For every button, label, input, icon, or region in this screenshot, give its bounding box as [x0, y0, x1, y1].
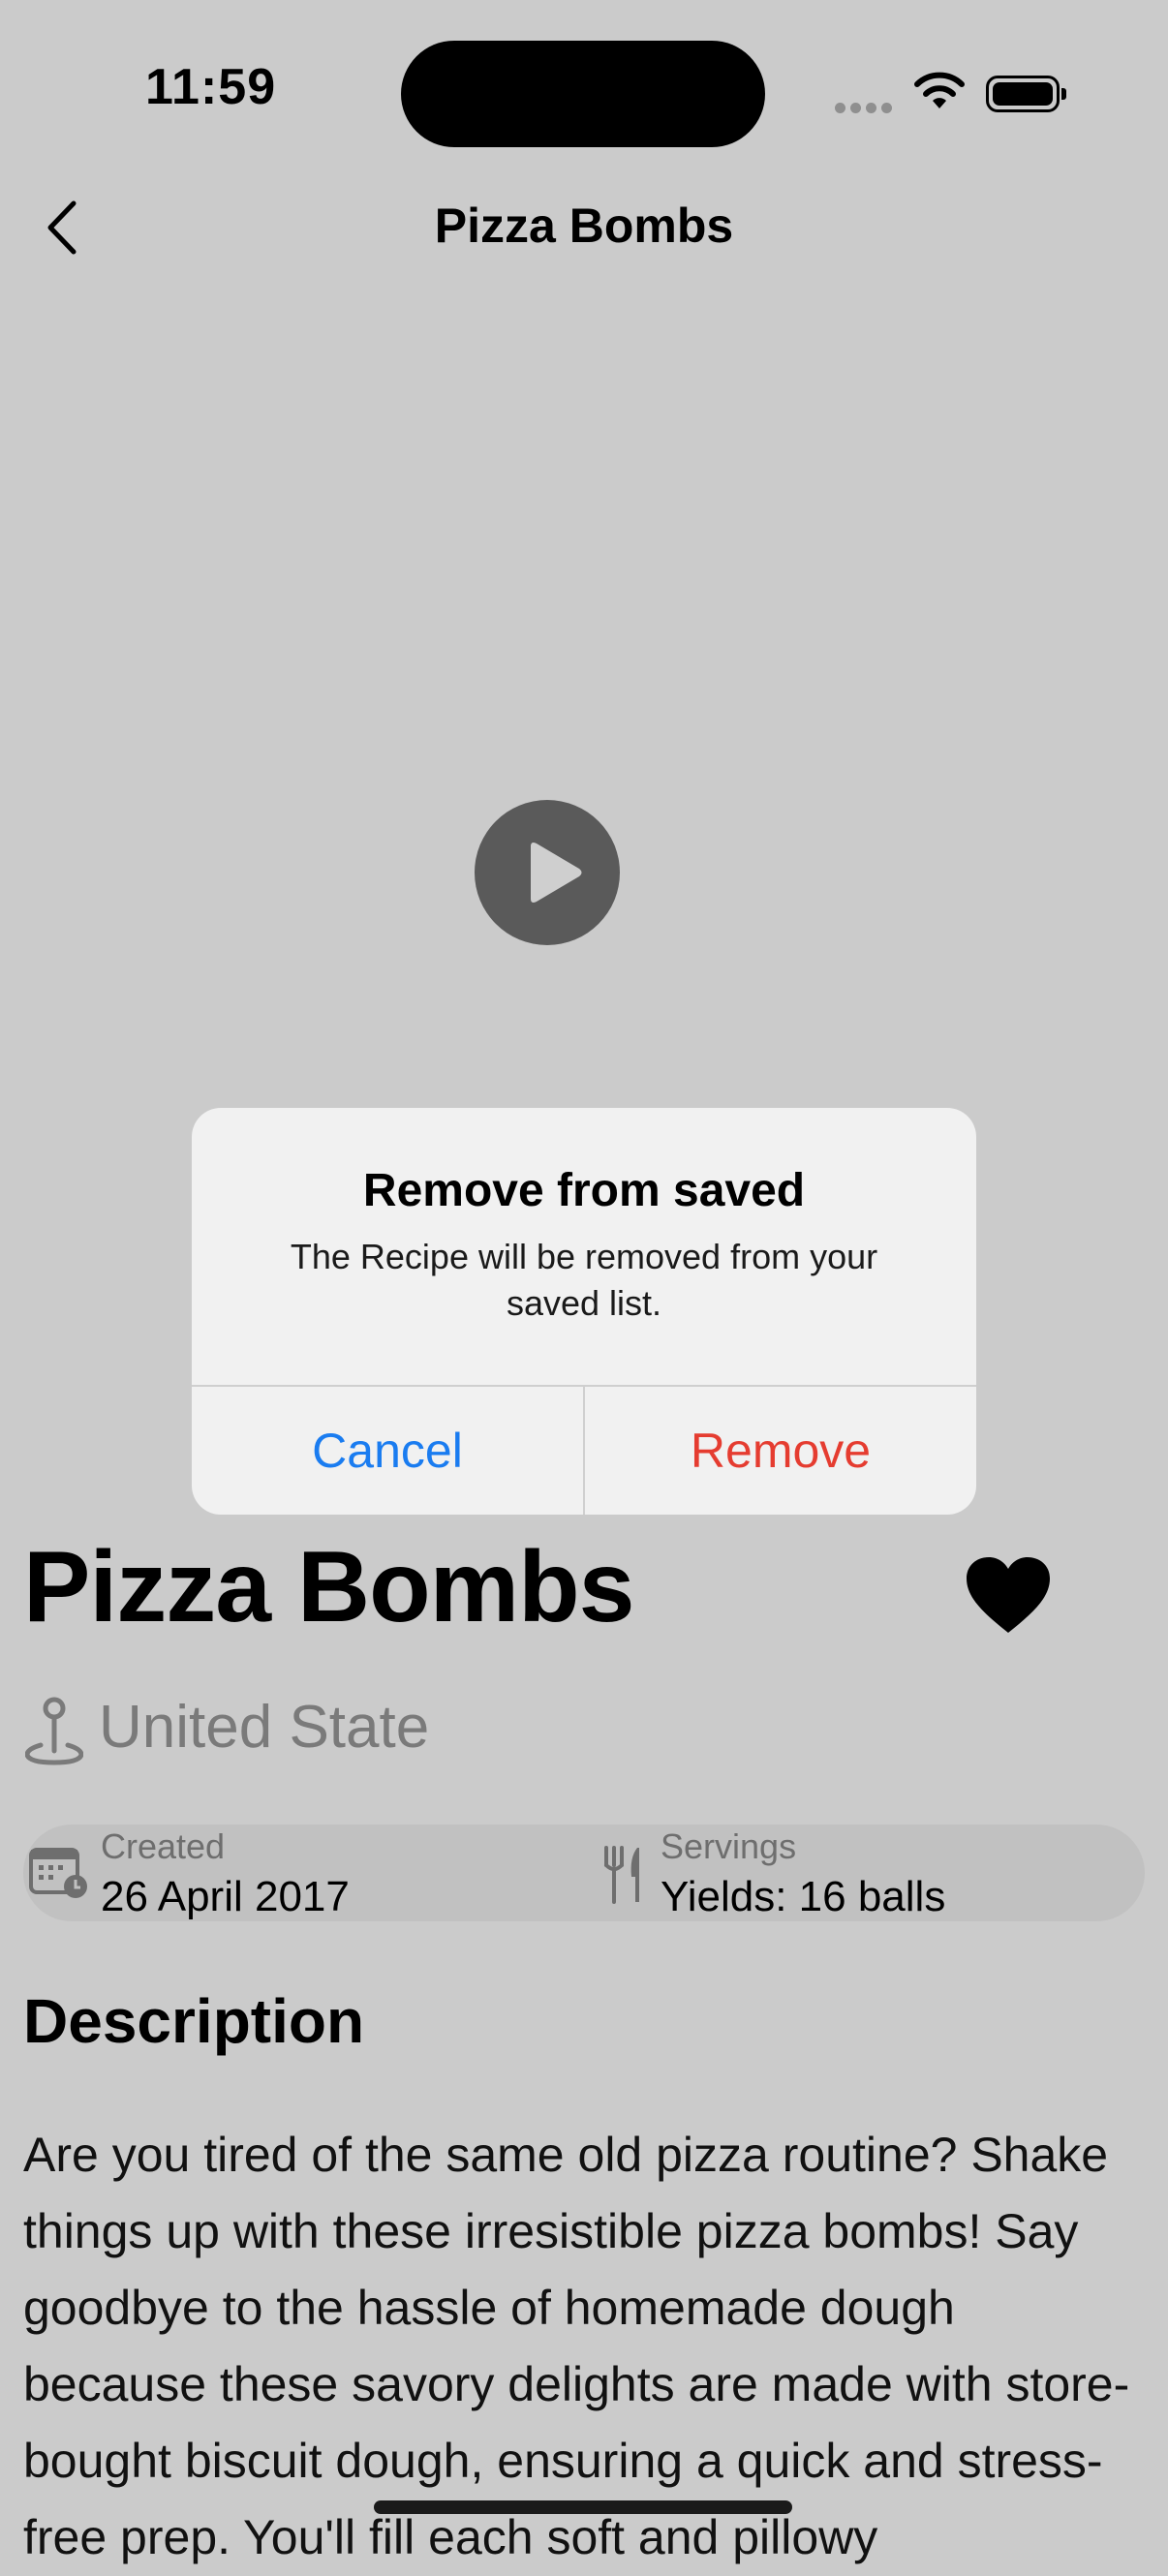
- heart-icon: [967, 1557, 1050, 1633]
- play-icon: [531, 843, 582, 903]
- alert-title: Remove from saved: [362, 1165, 806, 1216]
- cancel-button[interactable]: Cancel: [192, 1387, 583, 1515]
- nav-title: Pizza Bombs: [434, 199, 734, 253]
- servings-value: Yields: 16 balls: [661, 1873, 946, 1920]
- dynamic-island: [401, 41, 765, 147]
- calendar-icon: [29, 1846, 89, 1905]
- recipe-title: Pizza Bombs: [23, 1531, 634, 1643]
- cellular-signal-icon: [835, 101, 897, 118]
- location-pin-icon: [24, 1697, 84, 1771]
- play-button[interactable]: [475, 800, 620, 945]
- home-indicator[interactable]: [374, 2500, 792, 2514]
- fork-knife-icon: [602, 1844, 645, 1911]
- recipe-country: United State: [99, 1694, 430, 1761]
- created-label: Created: [101, 1826, 226, 1866]
- servings-label: Servings: [661, 1826, 797, 1866]
- alert-message: The Recipe will be removed from your sav…: [290, 1237, 878, 1323]
- status-time: 11:59: [145, 59, 277, 115]
- wifi-icon: [912, 70, 967, 115]
- battery-icon: [986, 76, 1066, 112]
- remove-alert-dialog: Remove from saved The Recipe will be rem…: [192, 1108, 976, 1515]
- created-value: 26 April 2017: [101, 1873, 350, 1920]
- favorite-button[interactable]: [965, 1555, 1052, 1640]
- remove-button[interactable]: Remove: [585, 1387, 976, 1515]
- description-heading: Description: [23, 1986, 365, 2056]
